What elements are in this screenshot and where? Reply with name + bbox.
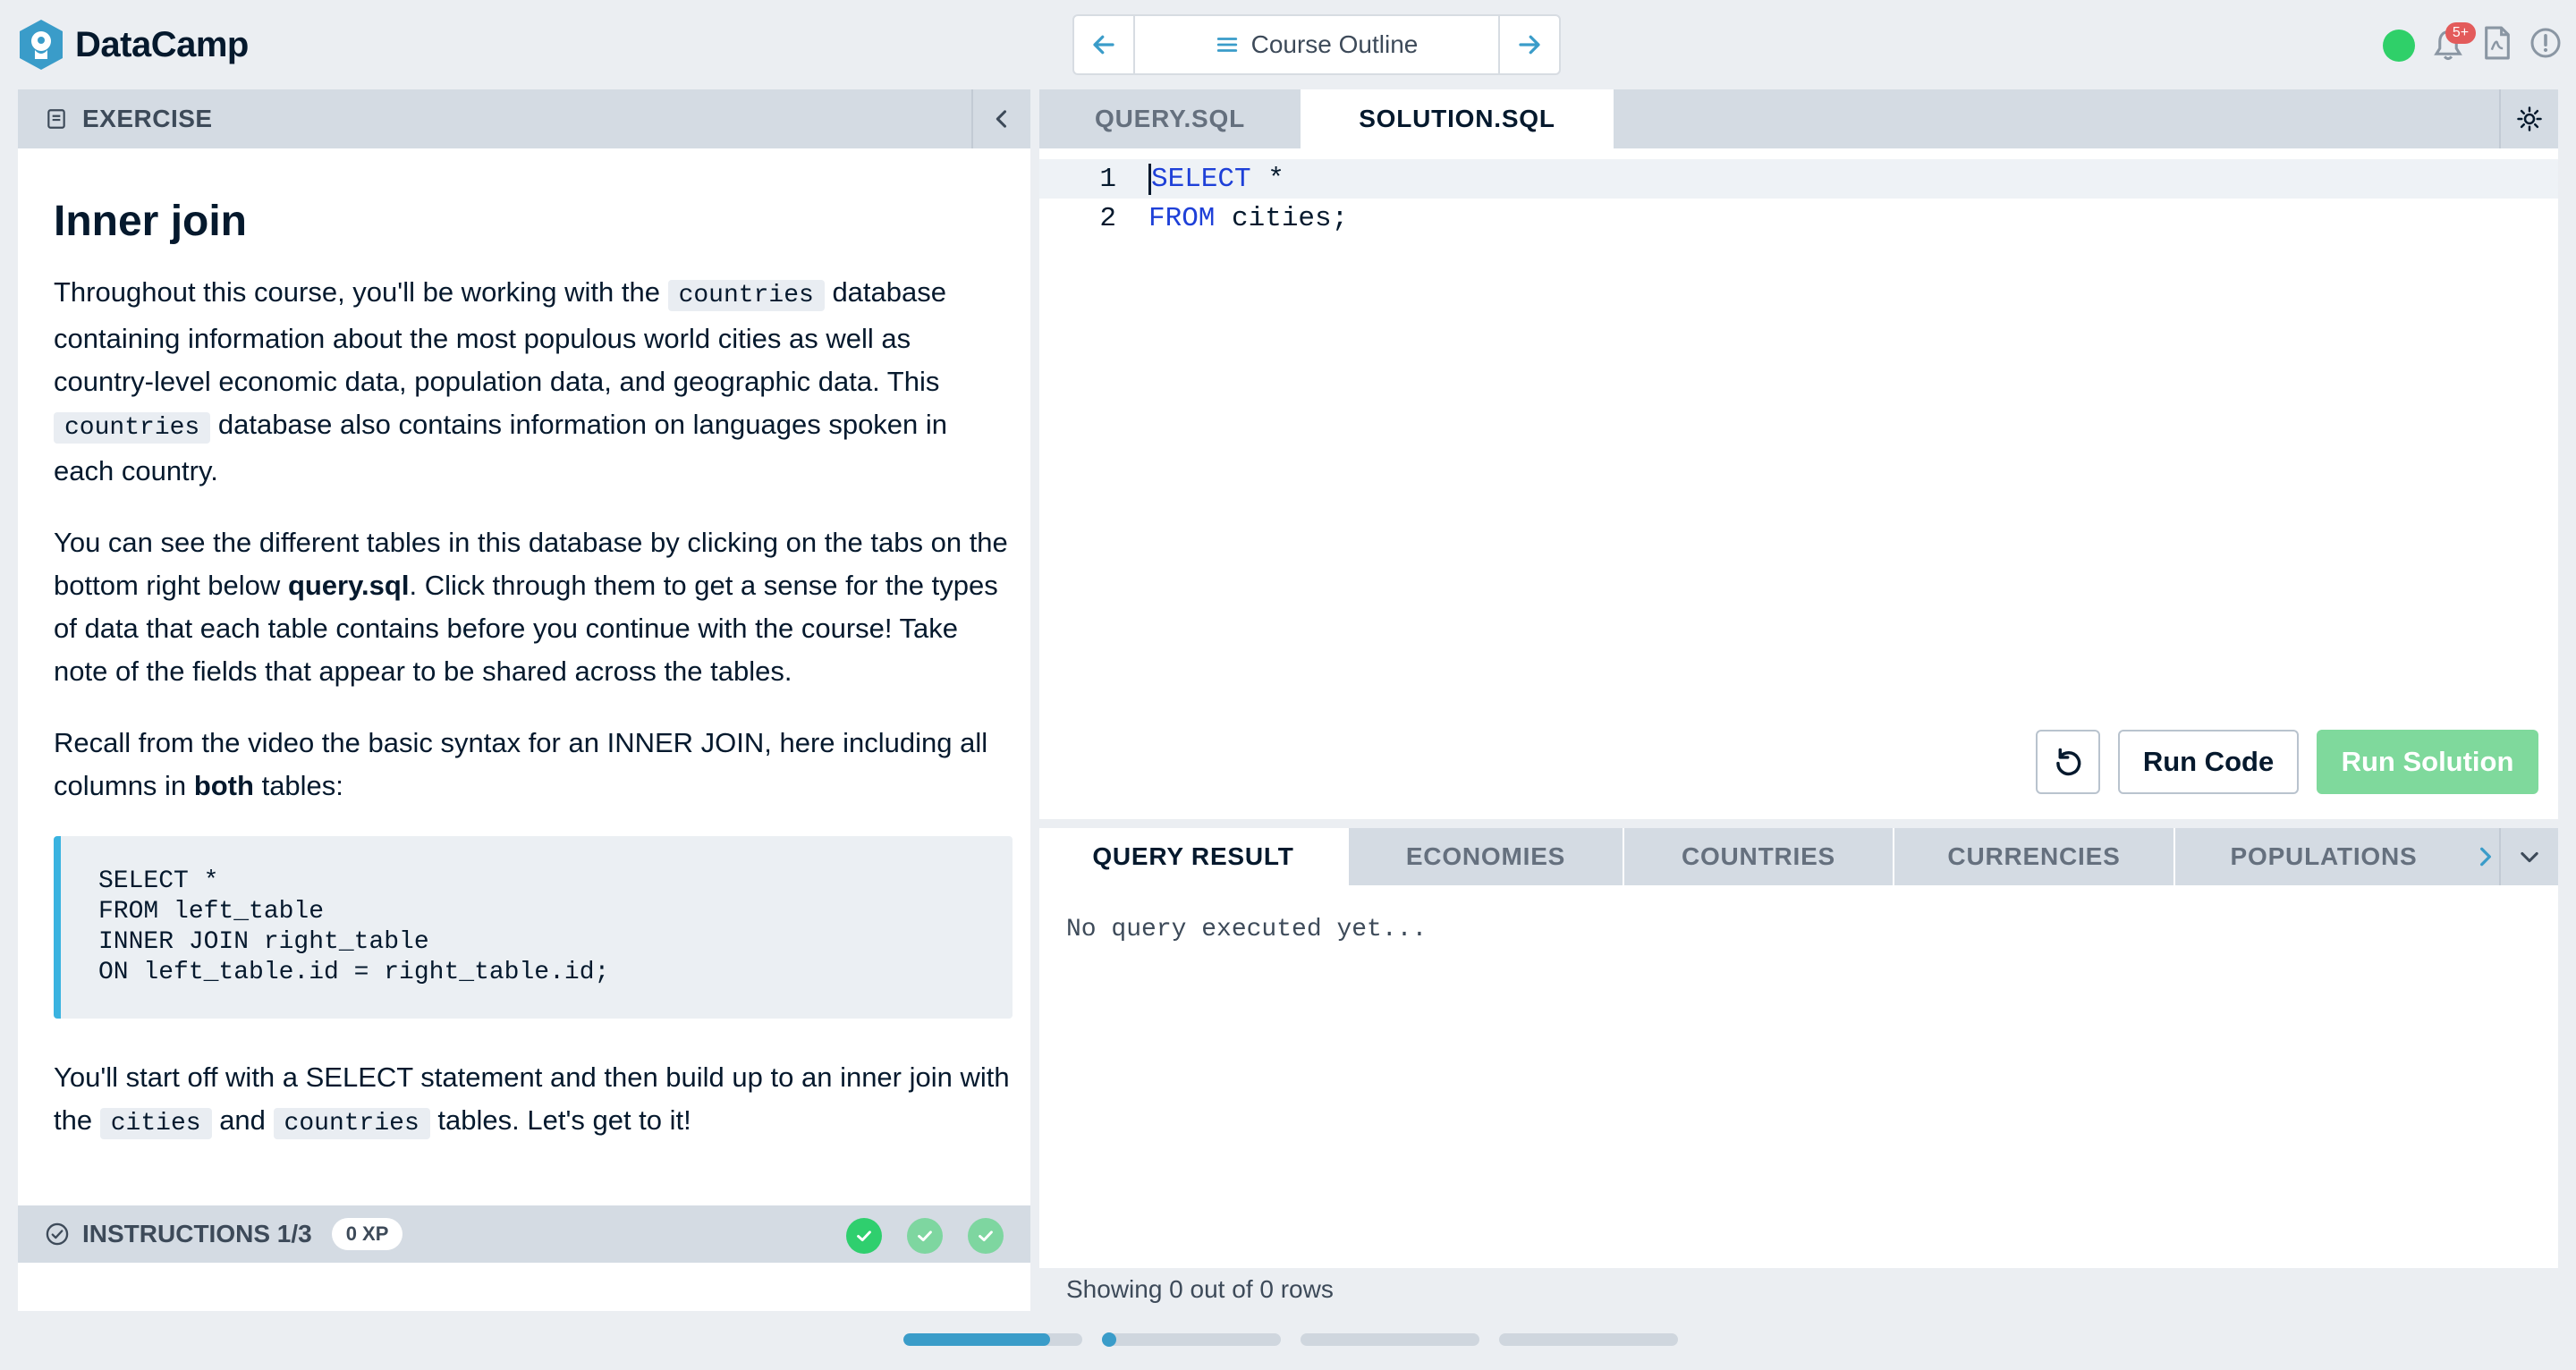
arrow-right-icon (1519, 35, 1540, 55)
inline-code: countries (54, 412, 211, 444)
tab-populations[interactable]: POPULATIONS (2175, 828, 2472, 885)
editor-settings-button[interactable] (2499, 89, 2558, 148)
course-outline-button[interactable]: Course Outline (1133, 16, 1500, 73)
chevron-left-icon (996, 110, 1007, 128)
tab-currencies[interactable]: CURRENCIES (1894, 828, 2175, 885)
code-rest: cities; (1215, 202, 1349, 234)
exercise-paragraph-3: Recall from the video the basic syntax f… (54, 722, 1013, 808)
pdf-icon (2485, 26, 2510, 60)
line-number: 2 (1099, 202, 1116, 234)
document-icon (47, 109, 65, 129)
bold-text: both (193, 770, 254, 801)
hamburger-menu-icon (1216, 38, 1237, 52)
text-span: tables. Let's get to it! (437, 1104, 691, 1136)
next-exercise-button[interactable] (1500, 16, 1559, 73)
course-outline-label: Course Outline (1250, 30, 1419, 58)
chevron-right-icon (2480, 847, 2491, 867)
exercise-content: Inner join Throughout this course, you'l… (54, 197, 1013, 1174)
exercise-header-label: EXERCISE (82, 105, 213, 132)
text-span: tables: (261, 770, 343, 801)
results-message: No query executed yet... (1066, 916, 1428, 943)
bold-text: query.sql (287, 570, 410, 601)
inline-code: countries (667, 280, 825, 311)
tab-solution-sql[interactable]: SOLUTION.SQL (1301, 89, 1614, 148)
top-bar: DataCamp Course Outline 5+ (0, 0, 2576, 89)
run-code-button[interactable]: Run Code (2118, 730, 2299, 794)
step-3-button[interactable] (968, 1218, 1004, 1254)
collapse-results-button[interactable] (2499, 828, 2558, 885)
sql-keyword: FROM (1148, 202, 1216, 234)
chevron-down-icon (2521, 851, 2538, 863)
reset-code-button[interactable] (2036, 730, 2100, 794)
results-row-count: Showing 0 out of 0 rows (1039, 1268, 2558, 1311)
step-1-button[interactable] (846, 1218, 882, 1254)
query-results-panel: QUERY RESULT ECONOMIES COUNTRIES CURRENC… (1039, 828, 2558, 1311)
notification-badge: 5+ (2445, 21, 2476, 44)
prev-exercise-button[interactable] (1074, 16, 1133, 73)
reset-icon (2056, 748, 2081, 776)
datacamp-logo[interactable]: DataCamp (16, 18, 249, 72)
progress-segment-2[interactable] (1102, 1332, 1281, 1347)
datacamp-logo-icon (20, 20, 63, 70)
check-icon (979, 1230, 993, 1242)
line-number: 1 (1099, 163, 1116, 195)
check-icon (857, 1230, 871, 1242)
editor-tabs: QUERY.SQL SOLUTION.SQL (1039, 89, 2558, 148)
header-actions: 5+ (2383, 21, 2562, 65)
notifications-button[interactable]: 5+ (2431, 21, 2476, 63)
inline-code: cities (99, 1108, 212, 1139)
tab-economies[interactable]: ECONOMIES (1349, 828, 1624, 885)
sql-keyword: SELECT (1151, 163, 1251, 195)
instructions-bar[interactable]: INSTRUCTIONS 1/3 0 XP (18, 1205, 1030, 1263)
connection-status-dot (2383, 29, 2415, 62)
progress-position-dot (1102, 1332, 1116, 1347)
code-text: SELECT * (1148, 163, 1284, 195)
text-span: and (219, 1104, 266, 1136)
exercise-title: Inner join (54, 198, 247, 245)
exercise-paragraph-2: You can see the different tables in this… (54, 521, 1013, 693)
slides-pdf-button[interactable] (2481, 25, 2513, 65)
run-solution-button[interactable]: Run Solution (2317, 730, 2538, 794)
course-nav: Course Outline (1072, 14, 1561, 75)
scroll-tabs-right-button[interactable] (2472, 828, 2499, 885)
tab-query-result[interactable]: QUERY RESULT (1039, 828, 1349, 885)
code-line-1[interactable]: 1 SELECT * (1039, 159, 2558, 199)
alert-circle-icon (2530, 28, 2561, 58)
exercise-paragraph-4: You'll start off with a SELECT statement… (54, 1056, 1013, 1146)
arrow-left-icon (1093, 35, 1114, 55)
report-issue-button[interactable] (2529, 25, 2562, 65)
inline-code: countries (273, 1108, 430, 1139)
progress-segment-4[interactable] (1499, 1333, 1678, 1346)
step-2-button[interactable] (907, 1218, 943, 1254)
code-rest: * (1250, 163, 1284, 195)
results-tabs: QUERY RESULT ECONOMIES COUNTRIES CURRENC… (1039, 828, 2558, 885)
progress-fill (903, 1333, 1050, 1346)
check-circle-icon (46, 1222, 69, 1246)
exercise-paragraph-1: Throughout this course, you'll be workin… (54, 271, 1013, 493)
tab-query-sql[interactable]: QUERY.SQL (1039, 89, 1301, 148)
app-name: DataCamp (75, 24, 249, 64)
exercise-header: EXERCISE (18, 89, 1030, 148)
text-span: Throughout this course, you'll be workin… (54, 276, 660, 308)
progress-segment-3[interactable] (1301, 1333, 1479, 1346)
code-editor-panel: QUERY.SQL SOLUTION.SQL 1 SELECT * 2 FROM… (1039, 89, 2558, 819)
syntax-code-block: SELECT * FROM left_table INNER JOIN righ… (54, 836, 1013, 1019)
code-text: FROM cities; (1148, 203, 1348, 234)
check-icon (918, 1230, 932, 1242)
instruction-steps (846, 1218, 1004, 1254)
sun-icon (2517, 106, 2542, 131)
instructions-label: INSTRUCTIONS 1/3 (82, 1220, 312, 1247)
xp-badge: 0 XP (331, 1218, 403, 1250)
course-progress (903, 1332, 1678, 1347)
progress-segment-1[interactable] (903, 1333, 1082, 1346)
exercise-panel: EXERCISE Inner join Throughout this cour… (18, 89, 1030, 1311)
code-line-2[interactable]: 2 FROM cities; (1039, 199, 2558, 238)
tab-countries[interactable]: COUNTRIES (1624, 828, 1894, 885)
collapse-panel-button[interactable] (971, 89, 1030, 148)
editor-actions: Run Code Run Solution (2036, 730, 2538, 794)
